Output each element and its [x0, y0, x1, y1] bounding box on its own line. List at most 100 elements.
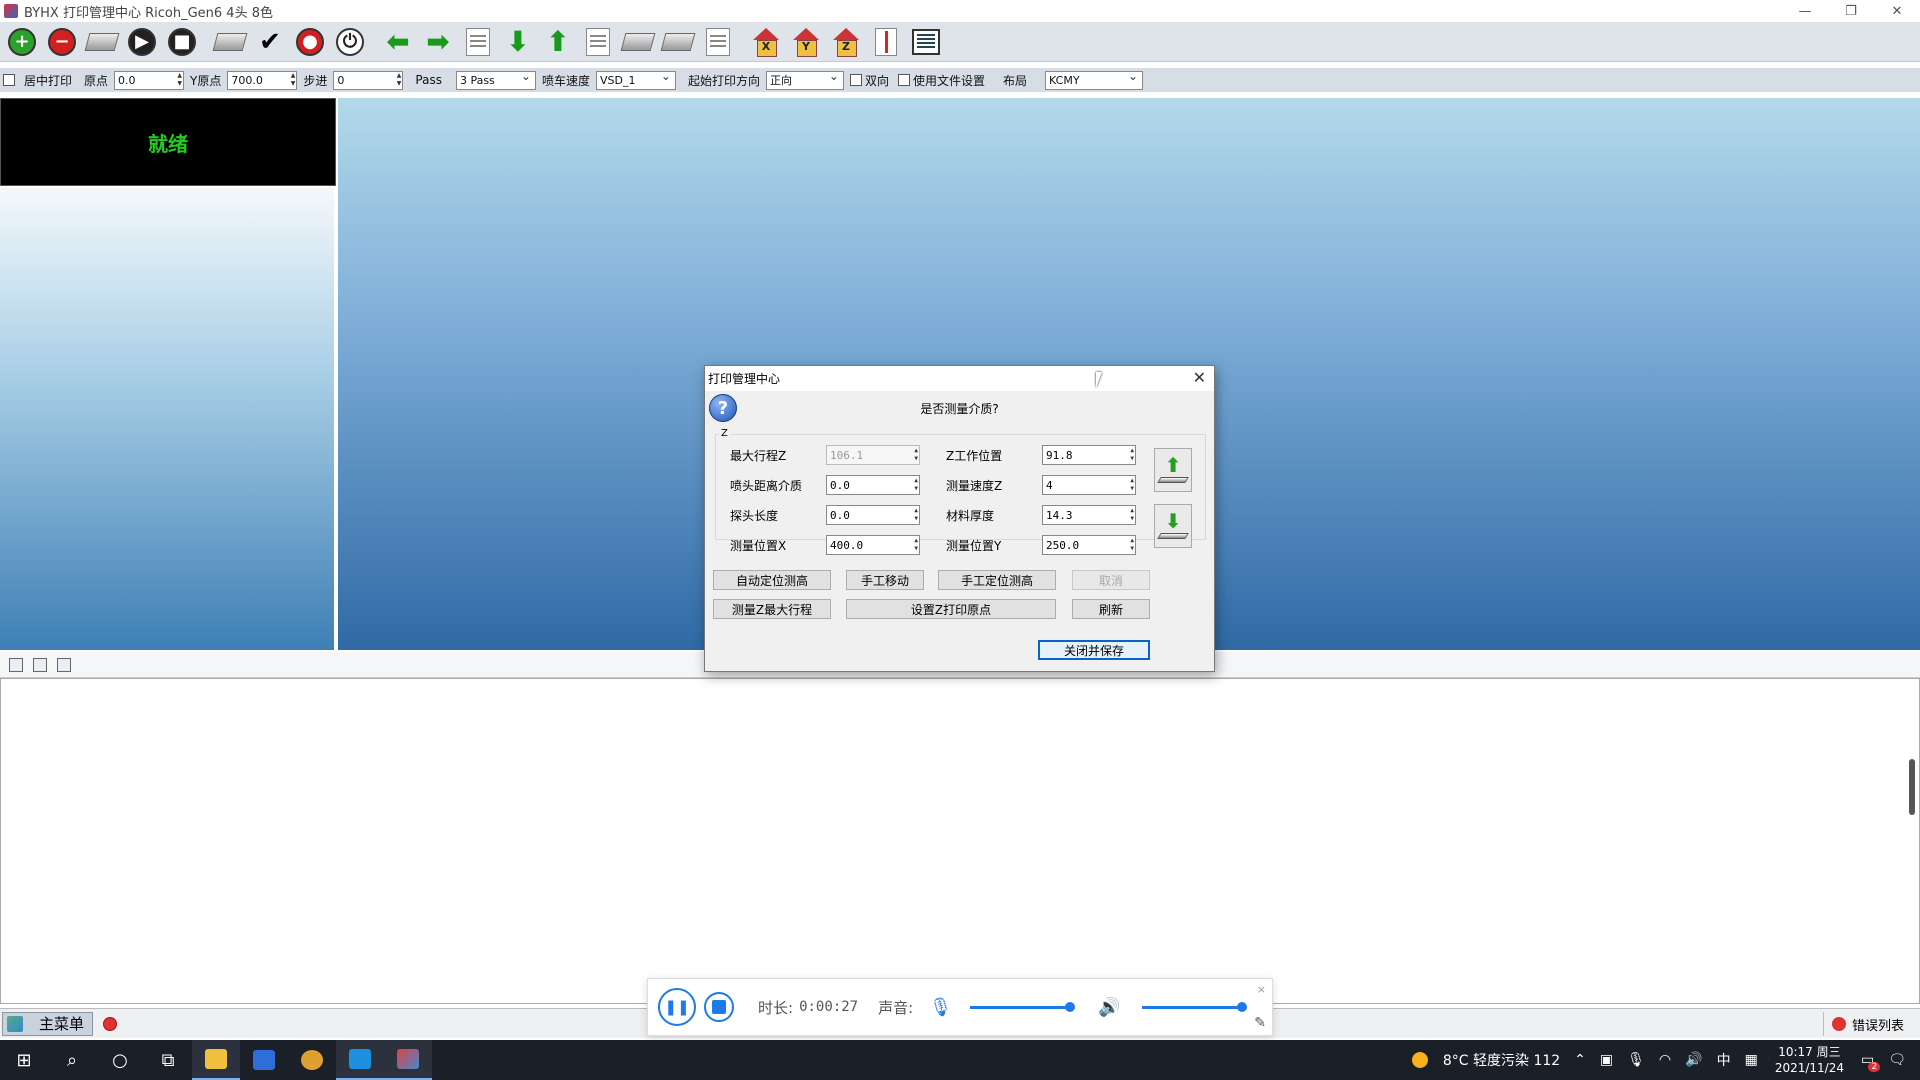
taskbar-app-blue[interactable] — [240, 1040, 288, 1080]
platform-up-button[interactable] — [660, 24, 696, 60]
duration-label: 时长: — [758, 998, 794, 1017]
microphone-icon[interactable]: 🎙 — [929, 997, 952, 1018]
home-x-button[interactable]: X — [748, 24, 784, 60]
minimize-button[interactable]: — — [1782, 0, 1828, 22]
pause-icon: ❚❚ — [664, 998, 690, 1016]
print-button[interactable] — [84, 24, 120, 60]
measure-speed-z-input[interactable]: 4 — [1042, 475, 1136, 495]
door-button[interactable] — [460, 24, 496, 60]
manual-measure-button[interactable]: 手工定位测高 — [938, 570, 1056, 590]
clock[interactable]: 10:17 周三 2021/11/24 — [1775, 1044, 1844, 1076]
measure-z-max-button[interactable]: 测量Z最大行程 — [713, 599, 831, 619]
chevron-up-icon[interactable]: ⌃ — [1574, 1052, 1586, 1068]
close-recorder-icon[interactable]: × — [1257, 983, 1266, 996]
head-distance-input[interactable]: 0.0 — [826, 475, 920, 495]
measure-pos-x-input[interactable]: 400.0 — [826, 535, 920, 555]
restore-button[interactable]: ❐ — [1828, 0, 1874, 22]
origin-input[interactable]: 0.0 — [114, 70, 185, 90]
remove-job-button[interactable]: − — [44, 24, 80, 60]
speaker-volume-slider[interactable] — [1142, 1001, 1248, 1012]
taskbar-app-mascot[interactable] — [288, 1040, 336, 1080]
bidirectional-checkbox[interactable] — [849, 74, 862, 86]
speaker-volume-knob[interactable] — [1237, 1001, 1248, 1012]
wifi-icon[interactable]: ◠ — [1659, 1052, 1671, 1068]
log-area[interactable] — [0, 678, 1920, 1004]
pass-select[interactable]: 3 Pass — [455, 69, 536, 90]
pause-recording-button[interactable]: ❚❚ — [658, 988, 696, 1026]
main-menu-button[interactable]: 主菜单 — [2, 1011, 94, 1036]
step-input[interactable]: 0 — [333, 70, 404, 90]
move-right-button[interactable]: ➡ — [420, 24, 456, 60]
measure-width-button[interactable] — [868, 24, 904, 60]
z-work-pos-input[interactable]: 91.8 — [1042, 445, 1136, 465]
emergency-stop-button[interactable]: ● — [292, 24, 328, 60]
ime-indicator[interactable]: 中 — [1717, 1050, 1731, 1070]
set-z-origin-button[interactable]: 设置Z打印原点 — [846, 599, 1056, 619]
start-button[interactable]: ⊞ — [0, 1040, 48, 1080]
measure-pos-x-label: 测量位置X — [730, 538, 787, 553]
move-down-button[interactable]: ⬇ — [500, 24, 536, 60]
keyboard-grid-icon[interactable]: ▦ — [1745, 1052, 1758, 1068]
settings-screen-button[interactable] — [908, 24, 944, 60]
clean-head-button[interactable] — [212, 24, 248, 60]
refresh-button[interactable]: 刷新 — [1072, 599, 1150, 619]
auto-measure-button[interactable]: 自动定位测高 — [713, 570, 831, 590]
volume-icon[interactable]: 🔊 — [1685, 1052, 1702, 1068]
mic-volume-slider[interactable] — [970, 1001, 1075, 1012]
add-job-button[interactable]: + — [4, 24, 40, 60]
y-origin-input[interactable]: 700.0 — [227, 70, 298, 90]
weather-text[interactable]: 8°C 轻度污染 112 — [1443, 1050, 1560, 1070]
cortana-button[interactable]: ○ — [96, 1040, 144, 1080]
close-and-save-button[interactable]: 关闭并保存 — [1038, 640, 1150, 660]
probe-length-input[interactable]: 0.0 — [826, 505, 920, 525]
log-list-icon[interactable] — [57, 657, 71, 672]
layout-select[interactable]: KCMY — [1045, 69, 1144, 90]
log-page-icon[interactable] — [33, 657, 47, 672]
z-up-button[interactable]: ⬆ — [1154, 448, 1192, 492]
tray-app-icon[interactable]: ▣ — [1600, 1052, 1613, 1068]
stop-recording-button[interactable] — [704, 992, 734, 1022]
close-window-button[interactable]: ✕ — [1874, 0, 1920, 22]
check-nozzle-button[interactable]: ✔ — [252, 24, 288, 60]
home-z-button[interactable]: Z — [828, 24, 864, 60]
power-button[interactable]: ⏻ — [332, 24, 368, 60]
pen-icon[interactable]: ✎ — [1254, 1015, 1266, 1031]
jet-speed-select[interactable]: VSD_1 — [595, 69, 676, 90]
platform-down-button[interactable] — [620, 24, 656, 60]
z-work-pos-label: Z工作位置 — [946, 448, 1003, 463]
error-list-button[interactable]: 错误列表 — [1822, 1012, 1912, 1036]
material-thickness-input[interactable]: 14.3 — [1042, 505, 1136, 525]
notification-app-icon[interactable]: ▭ 2 — [1861, 1052, 1881, 1072]
measure-pos-y-input[interactable]: 250.0 — [1042, 535, 1136, 555]
home-y-button[interactable]: Y — [788, 24, 824, 60]
media-feed-button[interactable] — [580, 24, 616, 60]
tray-microphone-icon[interactable]: 🎙 — [1627, 1052, 1645, 1068]
z-measure-button[interactable] — [700, 24, 736, 60]
use-file-settings-checkbox[interactable] — [898, 74, 910, 86]
platform-up-icon — [660, 32, 696, 51]
z-down-button[interactable]: ⬇ — [1154, 504, 1192, 548]
play-button[interactable]: ▶ — [124, 24, 160, 60]
app-window-icon — [253, 1050, 275, 1070]
dialog-close-button[interactable]: ✕ — [1193, 368, 1206, 387]
move-left-button[interactable]: ⬅ — [380, 24, 416, 60]
speaker-icon[interactable]: 🔊 — [1098, 997, 1120, 1018]
clean-icon — [212, 32, 248, 51]
manual-move-button[interactable]: 手工移动 — [846, 570, 924, 590]
arrow-right-icon: ➡ — [426, 24, 450, 58]
arrow-down-icon: ⬇ — [506, 24, 530, 58]
task-view-button[interactable]: ⧉ — [144, 1040, 192, 1080]
taskbar-print-manager[interactable] — [384, 1040, 432, 1080]
move-up-button[interactable]: ⬆ — [540, 24, 576, 60]
taskbar-file-explorer[interactable] — [192, 1040, 240, 1080]
taskbar-app-network[interactable] — [336, 1040, 384, 1080]
stop-button[interactable]: ■ — [164, 24, 200, 60]
weather-sun-icon[interactable] — [1411, 1052, 1428, 1068]
search-button[interactable]: ⌕ — [48, 1040, 96, 1080]
center-print-checkbox[interactable] — [3, 74, 15, 86]
action-center-icon[interactable]: 🗨 — [1888, 1052, 1906, 1068]
log-flag-icon[interactable] — [9, 657, 23, 672]
start-direction-select[interactable]: 正向 — [765, 69, 844, 90]
mic-volume-knob[interactable] — [1065, 1001, 1075, 1012]
log-scrollbar[interactable] — [1909, 759, 1915, 815]
